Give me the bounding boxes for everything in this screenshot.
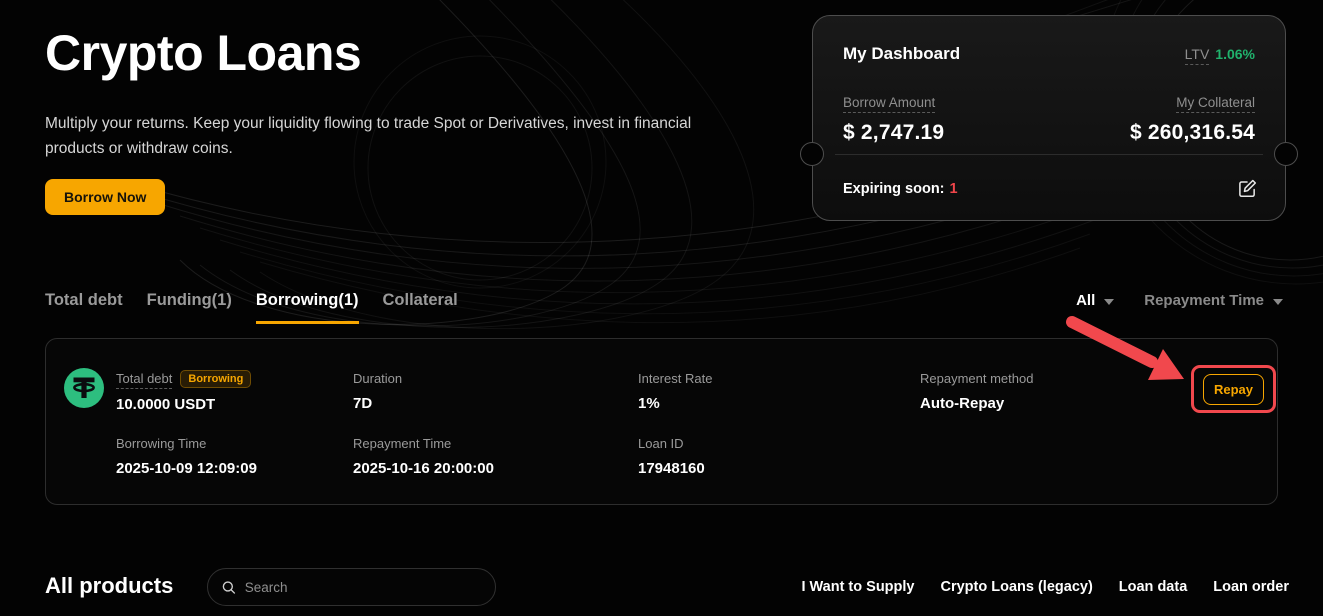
search-input[interactable] [245,580,481,595]
repay-button[interactable]: Repay [1203,374,1264,405]
borrow-now-button[interactable]: Borrow Now [45,179,165,215]
ltv-value: 1.06% [1215,46,1255,62]
chevron-down-icon [1104,299,1114,305]
my-dashboard-card: My Dashboard LTV 1.06% Borrow Amount $ 2,… [812,15,1286,221]
repayment-method-label: Repayment method [920,371,1033,386]
tab-total-debt[interactable]: Total debt [45,291,123,324]
tab-collateral[interactable]: Collateral [383,291,458,324]
dashboard-title: My Dashboard [843,44,960,64]
borrowing-time-value: 2025-10-09 12:09:09 [116,460,257,477]
asset-filter-dropdown[interactable]: All [1076,292,1114,309]
all-products-heading: All products [45,573,173,599]
status-badge: Borrowing [180,370,251,388]
interest-rate-value: 1% [638,395,712,412]
borrowing-time-cell: Borrowing Time 2025-10-09 12:09:09 [116,435,257,477]
product-search[interactable] [207,568,496,606]
tab-funding[interactable]: Funding(1) [147,291,232,324]
my-collateral-block: My Collateral $ 260,316.54 [1130,94,1255,145]
expiring-soon-text: Expiring soon: 1 [843,180,958,198]
total-debt-cell: Total debt Borrowing 10.0000 USDT [116,370,251,413]
borrow-amount-value: $ 2,747.19 [843,121,944,145]
sort-filter-dropdown[interactable]: Repayment Time [1144,292,1283,309]
ltv-indicator: LTV 1.06% [1185,46,1255,62]
repayment-method-value: Auto-Repay [920,395,1033,412]
total-debt-value: 10.0000 USDT [116,396,251,413]
hero-description: Multiply your returns. Keep your liquidi… [45,112,705,162]
my-collateral-value: $ 260,316.54 [1130,121,1255,145]
tab-borrowing[interactable]: Borrowing(1) [256,291,359,324]
borrow-amount-block: Borrow Amount $ 2,747.19 [843,94,944,145]
repayment-method-cell: Repayment method Auto-Repay [920,370,1033,412]
asset-filter-value: All [1076,292,1095,309]
loan-id-label: Loan ID [638,436,684,451]
products-nav-links: I Want to Supply Crypto Loans (legacy) L… [801,579,1289,595]
loan-id-value: 17948160 [638,460,705,477]
page-title: Crypto Loans [45,24,361,82]
dashboard-divider [835,154,1263,155]
link-loan-order[interactable]: Loan order [1213,579,1289,595]
duration-cell: Duration 7D [353,370,402,412]
repayment-time-label: Repayment Time [353,436,451,451]
ticket-notch-left [800,142,824,166]
duration-value: 7D [353,395,402,412]
link-i-want-to-supply[interactable]: I Want to Supply [801,579,914,595]
link-loan-data[interactable]: Loan data [1119,579,1187,595]
chevron-down-icon [1273,299,1283,305]
list-filters: All Repayment Time [1076,292,1283,309]
duration-label: Duration [353,371,402,386]
ltv-label: LTV [1185,46,1210,65]
tether-usdt-icon [64,368,104,408]
total-debt-label: Total debt [116,371,172,389]
edit-pencil-square-icon[interactable] [1238,179,1257,198]
borrow-amount-label: Borrow Amount [843,95,935,113]
interest-rate-label: Interest Rate [638,371,712,386]
link-crypto-loans-legacy[interactable]: Crypto Loans (legacy) [941,579,1093,595]
debt-tabs: Total debt Funding(1) Borrowing(1) Colla… [45,291,458,324]
loan-id-cell: Loan ID 17948160 [638,435,705,477]
interest-rate-cell: Interest Rate 1% [638,370,712,412]
sort-filter-value: Repayment Time [1144,292,1264,309]
repayment-time-value: 2025-10-16 20:00:00 [353,460,494,477]
search-icon [222,580,236,595]
expiring-soon-label: Expiring soon: [843,181,945,197]
ticket-notch-right [1274,142,1298,166]
loan-position-card: Total debt Borrowing 10.0000 USDT Duratio… [45,338,1278,505]
my-collateral-label: My Collateral [1176,95,1255,113]
repayment-time-cell: Repayment Time 2025-10-16 20:00:00 [353,435,494,477]
borrowing-time-label: Borrowing Time [116,436,206,451]
expiring-soon-count: 1 [950,181,958,197]
